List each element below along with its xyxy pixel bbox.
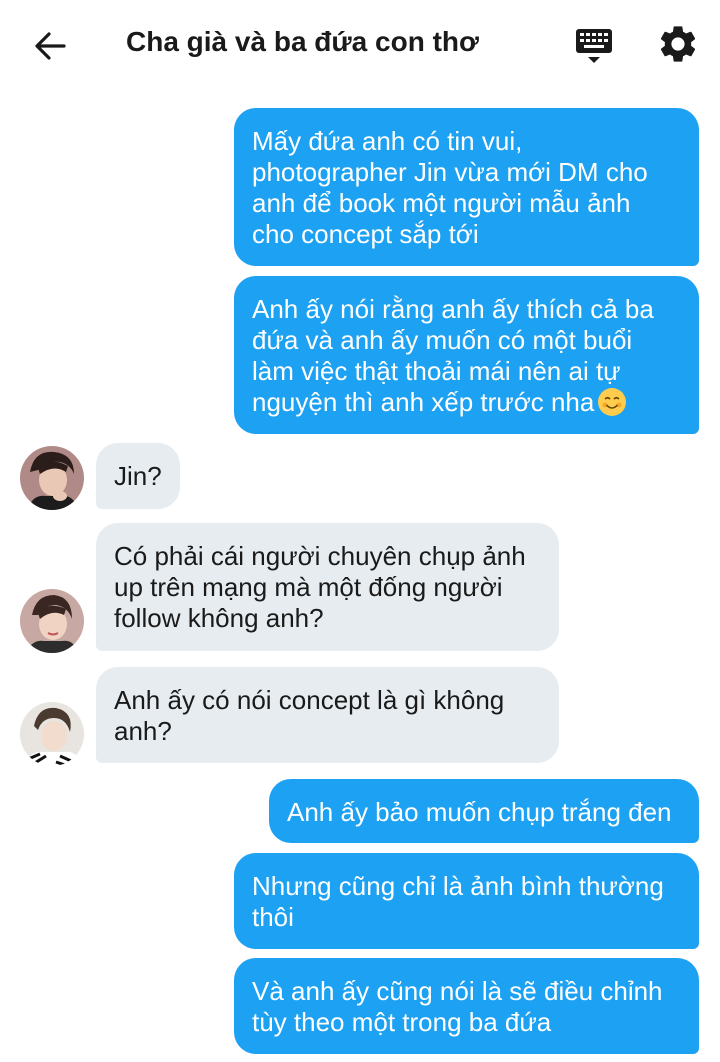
message-line: đứa và anh ấy muốn có một buổi [252,325,633,355]
message-line: photographer Jin vừa mới DM cho [252,157,648,187]
message-line: follow không anh? [114,603,324,633]
outgoing-message[interactable]: Mấy đứa anh có tin vui, photographer Jin… [234,108,699,266]
message-line: thôi [252,902,294,932]
message-line: Nhưng cũng chỉ là ảnh bình thường [252,871,664,901]
message-line: anh? [114,716,172,746]
message-line: anh để book một người mẫu ảnh [252,188,631,218]
keyboard-icon [576,29,612,63]
message-line: Có phải cái người chuyên chụp ảnh [114,541,526,571]
outgoing-message[interactable]: Và anh ấy cũng nói là sẽ điều chỉnh tùy … [234,958,699,1054]
incoming-message[interactable]: Jin? [96,443,180,509]
message-line: Anh ấy có nói concept là gì không [114,685,505,715]
chat-title: Cha già và ba đứa con thơ [126,26,479,57]
avatar[interactable] [20,446,84,510]
message-line: tùy theo một trong ba đứa [252,1007,552,1037]
incoming-message[interactable]: Có phải cái người chuyên chụp ảnh up trê… [96,523,559,651]
message-line: làm việc thật thoải mái nên ai tự [252,356,621,386]
message-line: nguyện thì anh xếp trước nha [252,387,595,417]
chat-header: Cha già và ba đứa con thơ [0,0,720,88]
profile-photo-icon [20,589,84,653]
message-line: Jin? [114,461,162,491]
message-line: Và anh ấy cũng nói là sẽ điều chỉnh [252,976,663,1006]
smiling-face-icon [598,388,627,416]
message-line: Anh ấy nói rằng anh ấy thích cả ba [252,294,654,324]
arrow-left-icon [35,32,66,60]
message-line: cho concept sắp tới [252,219,479,249]
outgoing-message[interactable]: Nhưng cũng chỉ là ảnh bình thường thôi [234,853,699,949]
message-line-with-emoji: nguyện thì anh xếp trước nha [252,387,681,418]
keyboard-button[interactable] [572,24,616,68]
outgoing-message[interactable]: Anh ấy nói rằng anh ấy thích cả ba đứa v… [234,276,699,434]
back-button[interactable] [30,26,70,66]
profile-photo-icon [20,446,84,510]
avatar[interactable] [20,589,84,653]
settings-button[interactable] [656,22,700,66]
gear-icon [660,26,696,62]
profile-photo-icon [20,702,84,766]
outgoing-message[interactable]: Anh ấy bảo muốn chụp trắng đen [269,779,699,843]
incoming-message[interactable]: Anh ấy có nói concept là gì không anh? [96,667,559,763]
message-line: Anh ấy bảo muốn chụp trắng đen [287,797,672,827]
message-line: Mấy đứa anh có tin vui, [252,126,523,156]
message-line: up trên mạng mà một đống người [114,572,503,602]
avatar[interactable] [20,702,84,766]
